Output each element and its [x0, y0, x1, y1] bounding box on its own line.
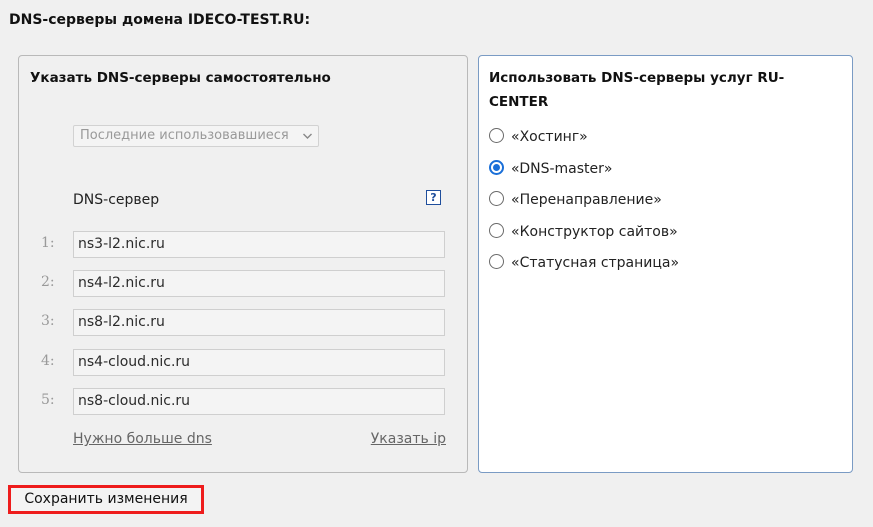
- dns-row-5: 5: ns8-cloud.nic.ru: [19, 388, 467, 415]
- recent-servers-select-value: Последние использовавшиеся: [80, 128, 289, 143]
- manual-dns-panel-title: Указать DNS-серверы самостоятельно: [30, 70, 331, 86]
- manual-dns-panel[interactable]: Указать DNS-серверы самостоятельно После…: [18, 55, 468, 473]
- dns-row-number: 3:: [41, 313, 55, 329]
- radio-button-selected[interactable]: [489, 159, 504, 175]
- recent-servers-select[interactable]: Последние использовавшиеся: [73, 125, 319, 147]
- radio-option-label: «DNS-master»: [511, 160, 613, 177]
- dns-row-number: 1:: [41, 235, 55, 251]
- service-dns-panel-title: Использовать DNS-серверы услуг RU-CENTER: [489, 70, 785, 110]
- specify-ip-link[interactable]: Указать ip: [371, 431, 446, 447]
- dns-row-number: 4:: [41, 353, 55, 369]
- dns-row-3: 3: ns8-l2.nic.ru: [19, 309, 467, 336]
- service-dns-panel[interactable]: Использовать DNS-серверы услуг RU-CENTER…: [478, 55, 853, 473]
- radio-button[interactable]: [489, 128, 504, 143]
- radio-option-label: «Хостинг»: [511, 129, 588, 145]
- dns-row-1: 1: ns3-l2.nic.ru: [19, 231, 467, 258]
- dns-row-number: 2:: [41, 274, 55, 290]
- dns-row-2: 2: ns4-l2.nic.ru: [19, 270, 467, 297]
- dns-server-input-4[interactable]: ns4-cloud.nic.ru: [73, 349, 445, 376]
- dns-server-input-3[interactable]: ns8-l2.nic.ru: [73, 309, 445, 336]
- dns-row-number: 5:: [41, 392, 55, 408]
- save-changes-button[interactable]: Сохранить изменения: [8, 485, 204, 514]
- radio-button[interactable]: [489, 254, 504, 269]
- radio-button[interactable]: [489, 191, 504, 206]
- dns-server-column-label: DNS-сервер: [73, 192, 160, 208]
- help-icon[interactable]: ?: [426, 190, 441, 205]
- radio-button[interactable]: [489, 222, 504, 238]
- dns-server-input-1[interactable]: ns3-l2.nic.ru: [73, 231, 445, 258]
- dns-row-4: 4: ns4-cloud.nic.ru: [19, 349, 467, 376]
- dns-server-input-5[interactable]: ns8-cloud.nic.ru: [73, 388, 445, 415]
- more-dns-link[interactable]: Нужно больше dns: [73, 431, 212, 447]
- chevron-down-icon: [302, 126, 313, 153]
- radio-option-label: «Перенаправление»: [511, 192, 662, 208]
- radio-option-label: «Статусная страница»: [511, 255, 680, 271]
- page-title: DNS-серверы домена IDECO-TEST.RU:: [9, 12, 311, 28]
- radio-option-label: «Конструктор сайтов»: [511, 223, 678, 240]
- dns-server-input-2[interactable]: ns4-l2.nic.ru: [73, 270, 445, 297]
